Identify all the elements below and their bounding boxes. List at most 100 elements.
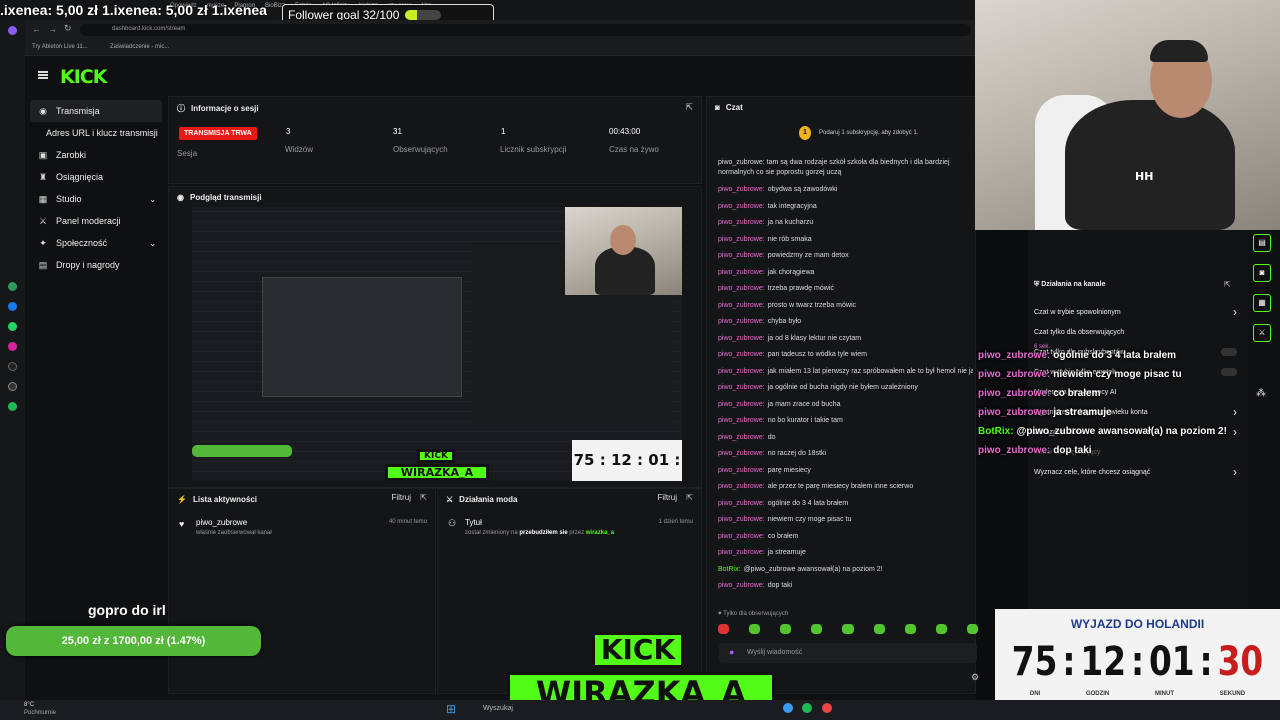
mod-desc-text: został zmieniony na xyxy=(465,530,518,536)
chat-username[interactable]: piwo_zubrowe: xyxy=(718,335,765,342)
chat-username[interactable]: piwo_zubrowe: xyxy=(718,302,765,309)
chat-username[interactable]: piwo_zubrowe: xyxy=(718,533,765,540)
nav-item-transmisja[interactable]: ◉ Transmisja xyxy=(30,100,162,122)
x-icon[interactable] xyxy=(8,382,17,391)
chat-username[interactable]: piwo_zubrowe: xyxy=(718,186,765,193)
chat-text: @piwo_zubrowe awansował(a) na poziom 2! xyxy=(743,565,883,573)
record-icon[interactable] xyxy=(822,703,832,713)
forward-icon[interactable]: → xyxy=(48,24,57,34)
emote-icon[interactable] xyxy=(904,624,916,634)
chat-username[interactable]: piwo_zubrowe: xyxy=(718,384,765,391)
channel-action-item[interactable]: Czat w trybie spowolnionym › xyxy=(1028,302,1243,322)
chat-username[interactable]: piwo_zubrowe: xyxy=(718,252,765,259)
back-icon[interactable]: ← xyxy=(32,24,41,34)
bolt-icon: ⚡ xyxy=(177,495,187,504)
tool-icon-4[interactable]: ⚔ xyxy=(1253,324,1271,342)
reload-icon[interactable]: ↻ xyxy=(64,23,72,34)
chat-username[interactable]: piwo_zubrowe: xyxy=(718,450,765,457)
mod-user[interactable]: wirazka_a xyxy=(586,530,614,536)
emote-icon[interactable] xyxy=(935,624,947,634)
activity-user[interactable]: piwo_zubrowe xyxy=(196,518,247,527)
chat-username[interactable]: piwo_zubrowe: xyxy=(718,368,765,375)
app-icon[interactable] xyxy=(783,703,793,713)
popout-icon[interactable]: ⇱ xyxy=(686,493,693,502)
messenger-icon[interactable] xyxy=(8,302,17,311)
emote-icon[interactable] xyxy=(873,624,885,634)
chat-username[interactable]: piwo_zubrowe: xyxy=(718,219,765,226)
nav-item-spolecznosc[interactable]: ✦ Społeczność ⌄ xyxy=(30,232,162,254)
nav-item-dropy[interactable]: ▤ Dropy i nagrody xyxy=(30,254,162,276)
tool-icon-1[interactable]: ▤ xyxy=(1253,234,1271,252)
menu-icon[interactable] xyxy=(38,71,48,79)
emote-icon[interactable] xyxy=(749,624,761,634)
chat-username[interactable]: piwo_zubrowe: xyxy=(718,269,765,276)
chat-username[interactable]: piwo_zubrowe: xyxy=(718,434,765,441)
chat-input[interactable]: ● Wyślij wiadomość xyxy=(719,643,977,663)
chat-title: Czat xyxy=(725,103,743,112)
emote-icon[interactable] xyxy=(780,624,792,634)
chat-username[interactable]: piwo_zubrowe: xyxy=(718,236,765,243)
spotify-icon[interactable] xyxy=(8,402,17,411)
tool-icon-2[interactable]: ◙ xyxy=(1253,264,1271,282)
app-icon[interactable] xyxy=(8,282,17,291)
chat-username[interactable]: piwo_zubrowe: xyxy=(718,549,765,556)
tiktok-icon[interactable] xyxy=(8,362,17,371)
sub-gift-banner[interactable]: Podaruj 1 subskrypcję, aby zdobyć 1. xyxy=(819,130,918,136)
timer-unit-label: GODZIN xyxy=(1085,691,1110,697)
spotify-icon[interactable] xyxy=(802,703,812,713)
session-title: Informacje o sesji xyxy=(191,104,259,113)
address-bar[interactable]: dashboard.kick.com/stream xyxy=(80,24,970,36)
chat-message: piwo_zubrowe: do xyxy=(718,430,973,447)
whatsapp-icon[interactable] xyxy=(8,322,17,331)
stream-preview-video[interactable]: KICK WIRAZKA_A 75 : 12 : 01 : 30 xyxy=(192,207,682,481)
popout-icon[interactable]: ⇱ xyxy=(685,102,693,113)
windows-start-icon[interactable]: ⊞ xyxy=(446,702,456,716)
chat-username[interactable]: piwo_zubrowe: xyxy=(718,285,765,292)
chat-username[interactable]: piwo_zubrowe: xyxy=(718,467,765,474)
bookmark-zaswiadczenie[interactable]: Zaświadczenie - mic... xyxy=(110,44,169,50)
overlay-chat-message: piwo_zubrowe: niewiem czy moge pisac tu xyxy=(978,365,1278,384)
chat-username[interactable]: piwo_zubrowe: xyxy=(718,516,765,523)
nested-preview xyxy=(262,277,462,397)
settings-icon[interactable]: ⚙ xyxy=(971,672,979,683)
mic-icon[interactable]: ● xyxy=(729,647,734,657)
instagram-icon[interactable] xyxy=(8,342,17,351)
profile-icon[interactable] xyxy=(8,26,17,35)
chat-username[interactable]: piwo_zubrowe: xyxy=(718,582,765,589)
emote-icon[interactable] xyxy=(718,624,730,634)
chat-text: niewiem czy moge pisac tu xyxy=(767,516,852,523)
activity-filter-button[interactable]: Filtruj xyxy=(391,493,411,502)
overlay-chat-text: co brałem xyxy=(1053,388,1101,399)
popout-icon[interactable]: ⇱ xyxy=(420,493,427,502)
chat-username[interactable]: piwo_zubrowe: xyxy=(718,318,765,325)
chat-text: chyba było xyxy=(767,318,802,325)
chat-text: tak integracyjna xyxy=(767,202,817,210)
chat-username[interactable]: BotRix: xyxy=(718,566,741,573)
emote-icon[interactable] xyxy=(842,624,854,634)
weather-temp[interactable]: 8°C xyxy=(24,702,34,708)
timer-unit-label: DNI xyxy=(1029,691,1041,697)
emote-icon[interactable] xyxy=(966,624,978,634)
nav-item-zarobki[interactable]: ▣ Zarobki xyxy=(30,144,162,166)
chat-username[interactable]: piwo_zubrowe: xyxy=(718,483,765,490)
tool-icon-3[interactable]: ▦ xyxy=(1253,294,1271,312)
channel-action-item[interactable]: Wyznacz cele, które chcesz osiągnąć › xyxy=(1028,462,1243,482)
nav-item-panel-moderacji[interactable]: ⚔ Panel moderacji xyxy=(30,210,162,232)
chat-username[interactable]: piwo_zubrowe: xyxy=(718,417,765,424)
nav-item-studio[interactable]: ▦ Studio ⌄ xyxy=(30,188,162,210)
chat-username[interactable]: piwo_zubrowe: xyxy=(718,351,765,358)
taskbar-search[interactable]: Wyszukaj xyxy=(483,705,513,712)
emote-icon[interactable] xyxy=(811,624,823,634)
nav-item-osiagniecia[interactable]: ♜ Osiągnięcia xyxy=(30,166,162,188)
activity-title: Lista aktywności xyxy=(192,495,257,504)
chat-username[interactable]: piwo_zubrowe: xyxy=(718,500,765,507)
nav-item-stream-key[interactable]: Adres URL i klucz transmisji xyxy=(30,122,162,144)
kick-logo[interactable]: KICK xyxy=(60,66,107,88)
mod-filter-button[interactable]: Filtruj xyxy=(657,493,677,502)
chat-username[interactable]: piwo_zubrowe: xyxy=(718,203,765,210)
channel-action-item[interactable]: Czat tylko dla obserwujących xyxy=(1028,322,1243,342)
mod-new-title: przebudziłem sie xyxy=(519,530,568,536)
popout-icon[interactable]: ⇱ xyxy=(1224,280,1231,289)
chat-username[interactable]: piwo_zubrowe: xyxy=(718,401,765,408)
bookmark-ableton[interactable]: Try Ableton Live 11... xyxy=(32,44,88,50)
